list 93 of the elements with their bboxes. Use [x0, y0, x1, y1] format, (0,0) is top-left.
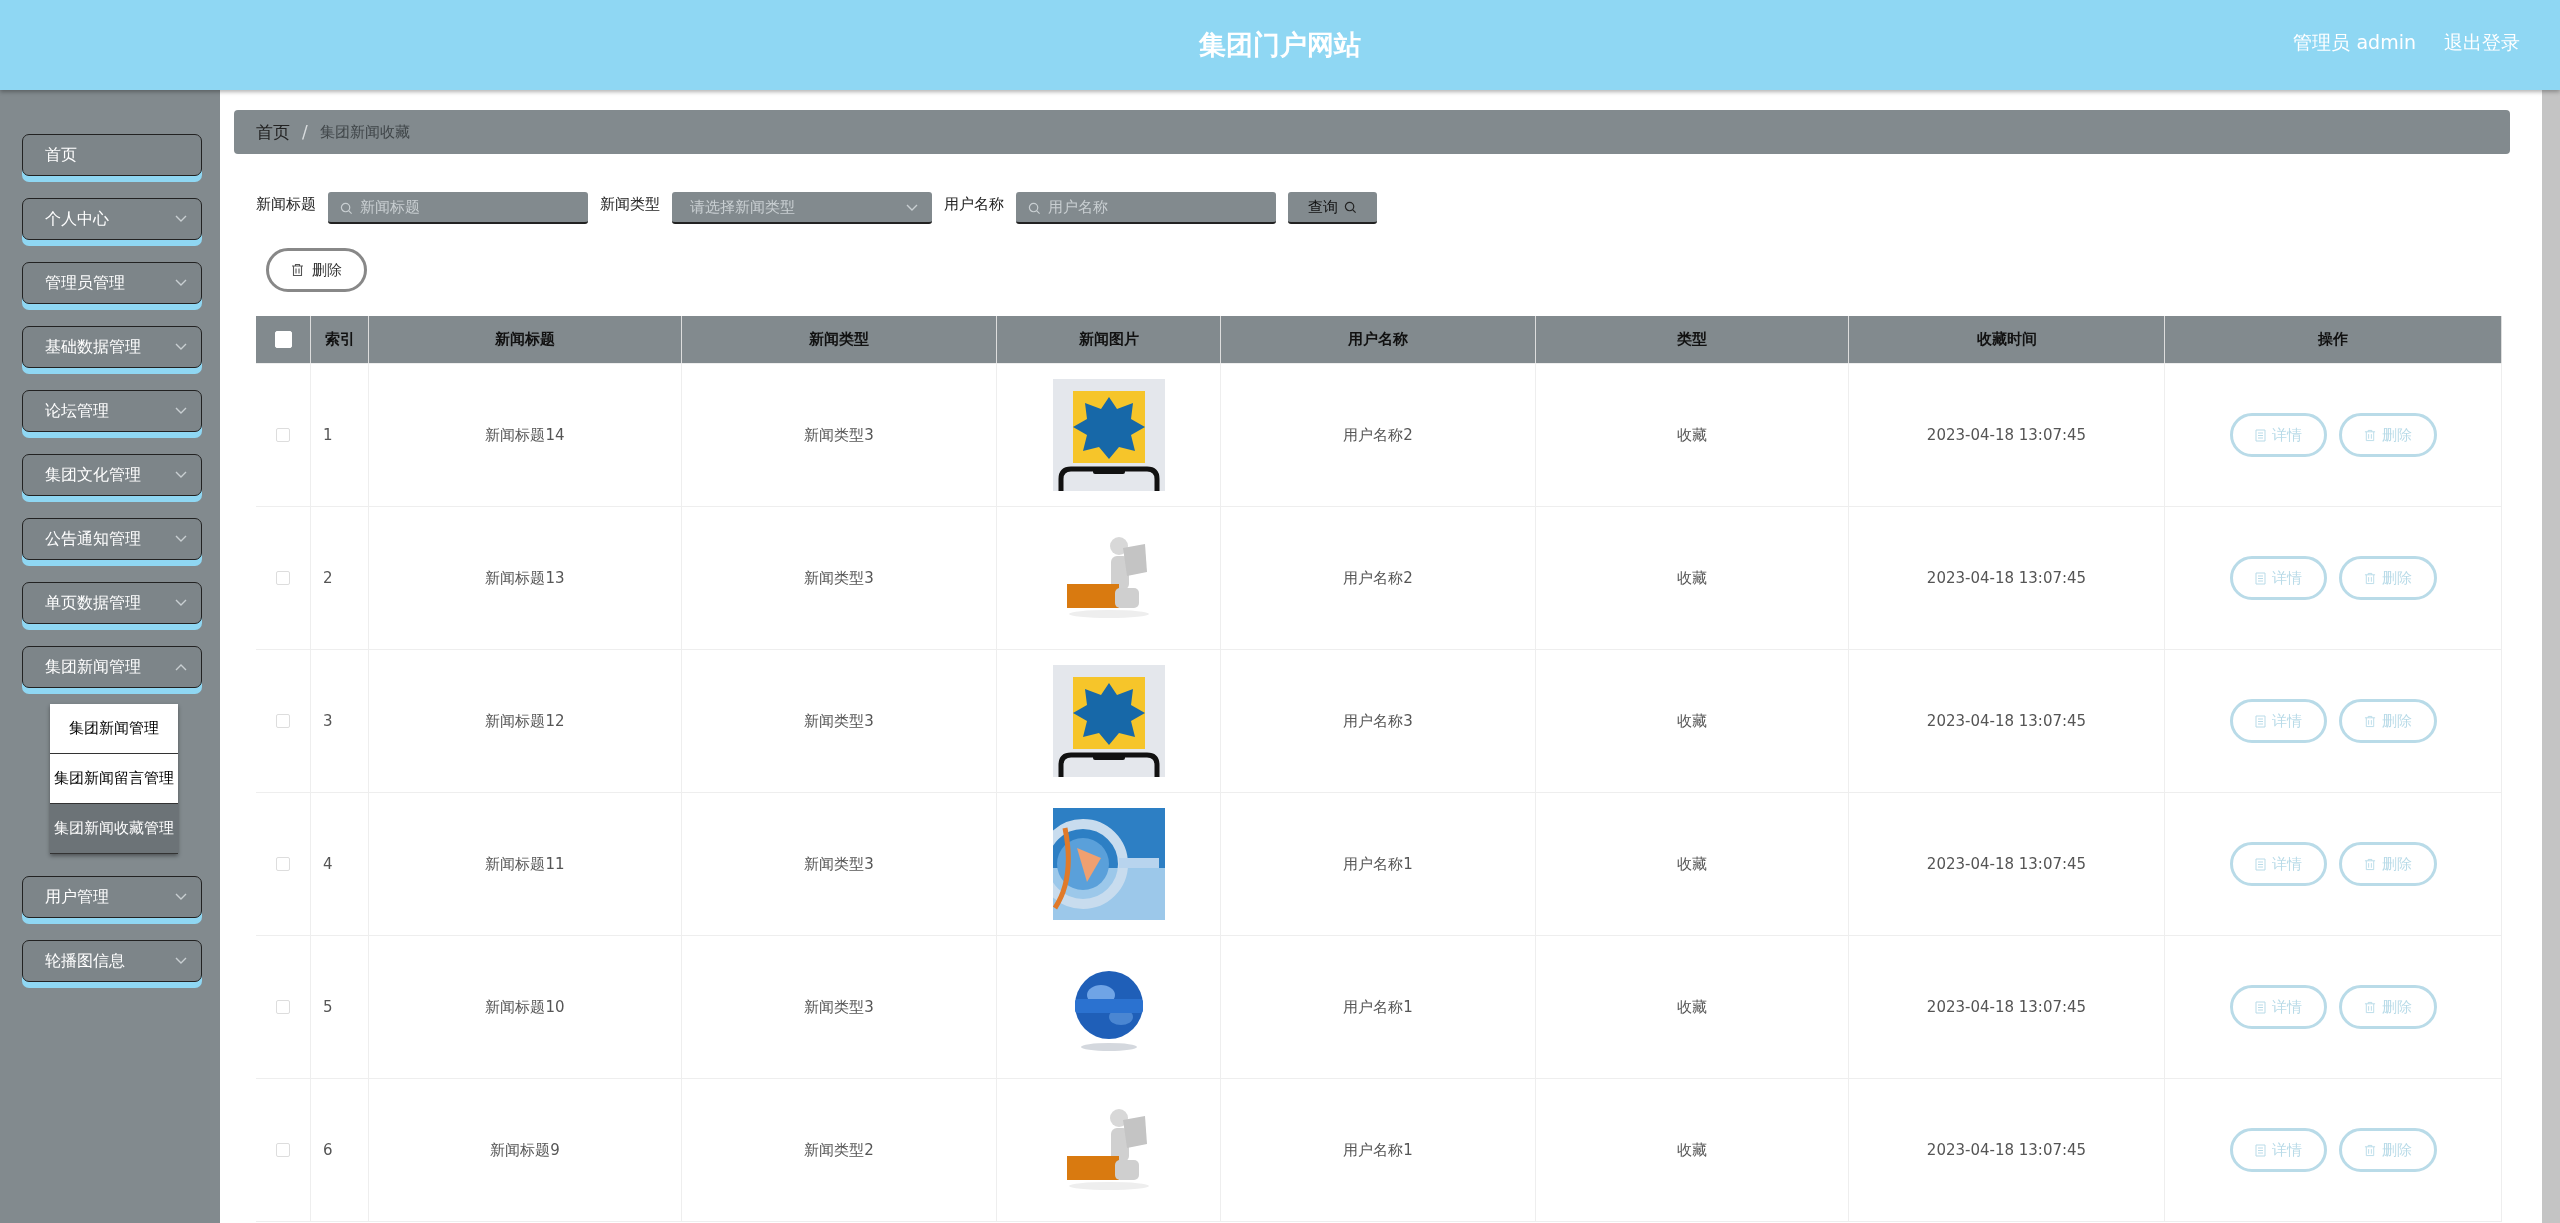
table-cell: 新闻类型3 — [682, 793, 997, 935]
table-cell: 2023-04-18 13:07:45 — [1849, 936, 2165, 1078]
caret-icon — [175, 215, 187, 223]
site-title: 集团门户网站 — [1199, 28, 1361, 62]
checkbox[interactable] — [276, 1000, 290, 1014]
table-cell: 新闻标题10 — [369, 936, 682, 1078]
trash-icon — [2363, 1143, 2376, 1157]
column-header: 类型 — [1536, 316, 1849, 363]
caret-icon — [175, 343, 187, 351]
trash-icon — [2363, 571, 2376, 585]
breadcrumb-link[interactable]: 集团新闻收藏 — [319, 122, 410, 142]
user-label: 管理员 admin — [2293, 30, 2416, 55]
table-cell: 用户名称2 — [1221, 364, 1536, 506]
table-cell: 新闻标题13 — [369, 507, 682, 649]
table-cell: 1 — [311, 364, 369, 506]
table-cell: 2023-04-18 13:07:45 — [1849, 1079, 2165, 1221]
breadcrumb-separator: / — [302, 122, 308, 142]
table-cell: 用户名称1 — [1221, 793, 1536, 935]
table-cell: 收藏 — [1536, 364, 1849, 506]
checkbox[interactable] — [276, 1143, 290, 1157]
table-cell: 收藏 — [1536, 793, 1849, 935]
caret-icon — [175, 535, 187, 543]
table-cell: 收藏 — [1536, 507, 1849, 649]
table-cell: 用户名称2 — [1221, 507, 1536, 649]
trash-icon — [2363, 714, 2376, 728]
table-cell: 4 — [311, 793, 369, 935]
table-cell: 2023-04-18 13:07:45 — [1849, 364, 2165, 506]
submenu-item[interactable]: 集团新闻收藏管理 — [50, 804, 178, 854]
table-cell: 新闻类型3 — [682, 364, 997, 506]
table-cell: 收藏 — [1536, 1079, 1849, 1221]
table-cell: 收藏 — [1536, 936, 1849, 1078]
checkbox[interactable] — [276, 571, 290, 585]
table-cell: 用户名称1 — [1221, 936, 1536, 1078]
checkbox[interactable] — [276, 428, 290, 442]
caret-icon — [175, 663, 187, 671]
caret-icon — [175, 957, 187, 965]
table-cell: 3 — [311, 650, 369, 792]
delete-button[interactable]: 删除 — [266, 248, 367, 292]
table-cell: 新闻类型3 — [682, 936, 997, 1078]
table-cell: 用户名称1 — [1221, 1079, 1536, 1221]
table-cell: 2023-04-18 13:07:45 — [1849, 507, 2165, 649]
column-header: 新闻类型 — [682, 316, 997, 363]
search-button[interactable]: 查询 — [1288, 192, 1377, 224]
caret-icon — [175, 599, 187, 607]
document-icon — [2254, 857, 2266, 871]
checkbox[interactable] — [276, 857, 290, 871]
column-header: 操作 — [2165, 316, 2502, 363]
table-cell: 新闻类型3 — [682, 507, 997, 649]
table-cell: 收藏 — [1536, 650, 1849, 792]
search-field[interactable]: 新闻标题 — [328, 192, 588, 224]
trash-icon — [2363, 428, 2376, 442]
table-cell: 新闻标题14 — [369, 364, 682, 506]
filter-label: 新闻标题 — [256, 194, 316, 214]
submenu-item[interactable]: 集团新闻留言管理 — [50, 754, 178, 804]
table-cell: 新闻类型3 — [682, 650, 997, 792]
table-cell: 新闻标题11 — [369, 793, 682, 935]
caret-icon — [175, 893, 187, 901]
breadcrumb-link[interactable]: 首页 — [256, 120, 290, 144]
caret-icon — [175, 279, 187, 287]
caret-icon — [175, 407, 187, 415]
caret-icon — [175, 471, 187, 479]
filter-label: 新闻类型 — [600, 194, 660, 214]
filter-label: 用户名称 — [944, 194, 1004, 214]
search-icon — [340, 202, 353, 215]
search-icon — [1028, 202, 1041, 215]
document-icon — [2254, 571, 2266, 585]
document-icon — [2254, 428, 2266, 442]
select-field[interactable]: 请选择新闻类型 — [672, 192, 932, 224]
table-cell: 新闻类型2 — [682, 1079, 997, 1221]
column-header: 新闻图片 — [997, 316, 1221, 363]
search-icon — [1344, 200, 1357, 214]
table-cell: 6 — [311, 1079, 369, 1221]
document-icon — [2254, 714, 2266, 728]
document-icon — [2254, 1143, 2266, 1157]
search-field[interactable]: 用户名称 — [1016, 192, 1276, 224]
submenu-item[interactable]: 集团新闻管理 — [50, 704, 178, 754]
caret-icon — [906, 204, 918, 212]
column-header: 新闻标题 — [369, 316, 682, 363]
trash-icon — [291, 263, 304, 277]
table-cell: 新闻标题9 — [369, 1079, 682, 1221]
table-cell: 5 — [311, 936, 369, 1078]
document-icon — [2254, 1000, 2266, 1014]
column-header: 收藏时间 — [1849, 316, 2165, 363]
trash-icon — [2363, 857, 2376, 871]
table-cell: 用户名称3 — [1221, 650, 1536, 792]
table-cell: 新闻标题12 — [369, 650, 682, 792]
checkbox[interactable] — [276, 714, 290, 728]
table-cell: 2023-04-18 13:07:45 — [1849, 650, 2165, 792]
column-header: 用户名称 — [1221, 316, 1536, 363]
trash-icon — [2363, 1000, 2376, 1014]
table-cell: 2 — [311, 507, 369, 649]
column-header: 索引 — [311, 316, 369, 363]
table-cell: 2023-04-18 13:07:45 — [1849, 793, 2165, 935]
